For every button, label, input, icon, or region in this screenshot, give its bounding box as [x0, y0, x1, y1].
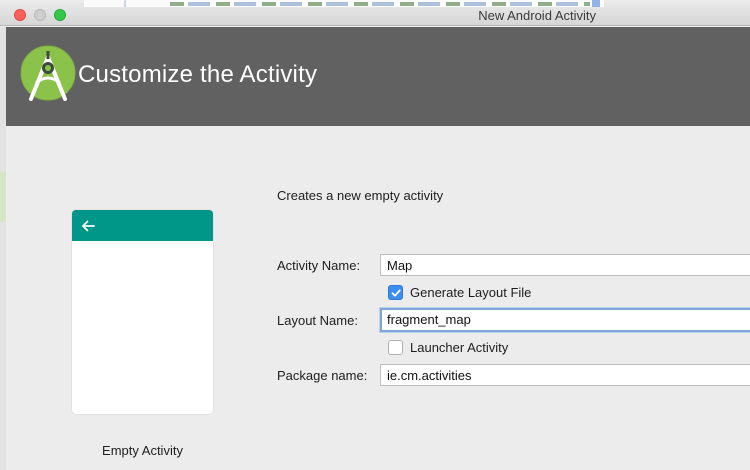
- launcher-activity-label: Launcher Activity: [410, 339, 509, 355]
- launcher-activity-checkbox-row[interactable]: Launcher Activity: [388, 339, 508, 355]
- wizard-header: Customize the Activity: [6, 27, 750, 126]
- background-editor-strip: [84, 0, 604, 7]
- launcher-activity-checkbox[interactable]: [388, 339, 403, 355]
- android-studio-logo-icon: [18, 43, 78, 105]
- generate-layout-label: Generate Layout File: [410, 284, 532, 300]
- activity-name-label: Activity Name:: [277, 258, 361, 273]
- activity-template-preview: [72, 210, 213, 414]
- template-description: Creates a new empty activity: [277, 188, 444, 203]
- layout-name-label: Layout Name:: [277, 313, 358, 328]
- generate-layout-checkbox[interactable]: [388, 284, 403, 300]
- wizard-content: Empty Activity Creates a new empty activ…: [6, 126, 750, 470]
- layout-name-field[interactable]: fragment_map: [380, 308, 750, 332]
- window-title: New Android Activity: [478, 8, 596, 23]
- package-name-label: Package name:: [277, 368, 368, 383]
- template-name: Empty Activity: [102, 443, 183, 458]
- package-name-field[interactable]: ie.cm.activities: [380, 364, 750, 386]
- activity-name-field[interactable]: Map: [380, 254, 750, 276]
- generate-layout-checkbox-row[interactable]: Generate Layout File: [388, 284, 531, 300]
- arrow-back-icon: [82, 220, 95, 232]
- checkmark-icon: [391, 289, 401, 297]
- page-title: Customize the Activity: [78, 61, 318, 88]
- window-titlebar: New Android Activity: [0, 0, 750, 26]
- preview-app-bar: [72, 210, 213, 241]
